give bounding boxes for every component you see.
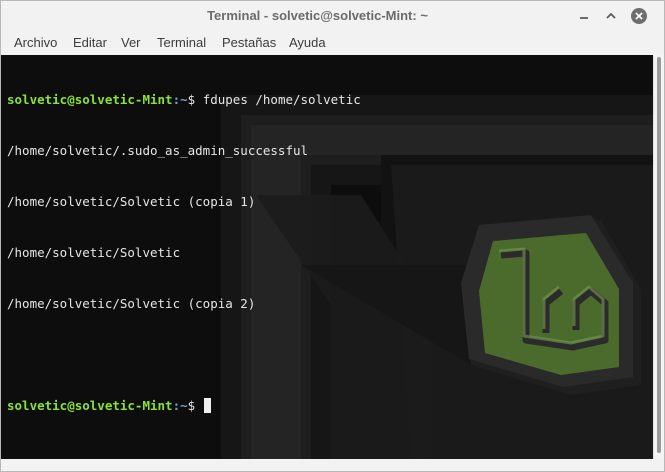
window-title: Terminal - solvetic@solvetic-Mint: ~	[207, 8, 428, 23]
prompt-path: :~	[172, 92, 188, 107]
terminal-area[interactable]: solvetic@solvetic-Mint:~$ fdupes /home/s…	[1, 55, 653, 459]
menu-terminal[interactable]: Terminal	[157, 35, 206, 50]
terminal-window: Terminal - solvetic@solvetic-Mint: ~ Arc…	[0, 0, 665, 472]
close-icon[interactable]	[630, 7, 648, 25]
scrollbar-thumb[interactable]	[657, 57, 661, 453]
minimize-icon[interactable]	[575, 7, 593, 25]
menu-pestanas[interactable]: Pestañas	[222, 35, 276, 50]
prompt-user: solvetic@solvetic-Mint	[7, 398, 173, 413]
active-prompt-line[interactable]: solvetic@solvetic-Mint:~$	[7, 397, 361, 414]
window-bottom-border	[1, 459, 664, 471]
menu-archivo[interactable]: Archivo	[14, 35, 57, 50]
output-line: /home/solvetic/Solvetic	[7, 245, 181, 260]
maximize-icon[interactable]	[602, 7, 620, 25]
prompt-user: solvetic@solvetic-Mint	[7, 92, 173, 107]
output-line: /home/solvetic/Solvetic (copia 1)	[7, 194, 256, 209]
terminal-output: solvetic@solvetic-Mint:~$ fdupes /home/s…	[7, 57, 361, 448]
command-line: solvetic@solvetic-Mint:~$ fdupes /home/s…	[7, 91, 361, 108]
output-line: /home/solvetic/.sudo_as_admin_successful	[7, 143, 309, 158]
prompt-symbol: $	[187, 92, 203, 107]
menu-ver[interactable]: Ver	[121, 35, 141, 50]
text-cursor	[203, 398, 211, 413]
menu-ayuda[interactable]: Ayuda	[289, 35, 326, 50]
title-bar[interactable]: Terminal - solvetic@solvetic-Mint: ~	[1, 1, 664, 31]
menu-bar: Archivo Editar Ver Terminal Pestañas Ayu…	[1, 31, 664, 55]
prompt-path: :~	[172, 398, 188, 413]
command-text: fdupes /home/solvetic	[202, 92, 361, 107]
menu-editar[interactable]: Editar	[73, 35, 107, 50]
vertical-scrollbar[interactable]	[653, 55, 664, 459]
prompt-symbol: $	[187, 398, 203, 413]
output-line: /home/solvetic/Solvetic (copia 2)	[7, 296, 256, 311]
